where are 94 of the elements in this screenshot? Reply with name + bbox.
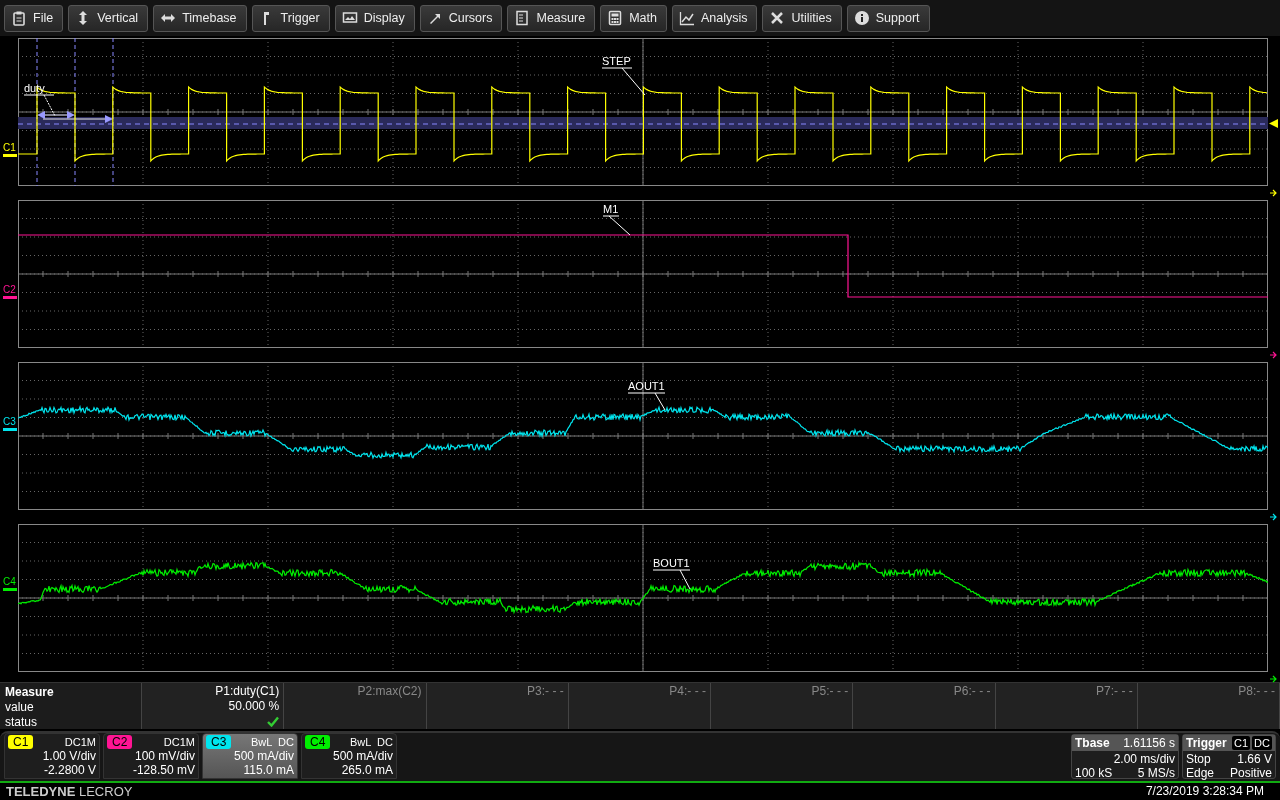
measure-cell[interactable]: P8:- - - xyxy=(1137,683,1280,729)
leader-line xyxy=(652,569,691,590)
channel-label: C4 xyxy=(3,576,16,587)
param-name: P8:- - - xyxy=(1238,684,1275,699)
channel-label: C1 xyxy=(3,142,16,153)
measure-cell[interactable]: P1:duty(C1) 50.000 % xyxy=(142,683,285,729)
time-per-division: 2.00 ms/div xyxy=(1113,752,1175,766)
channel-tag: C4 xyxy=(305,735,331,749)
offset-value: 115.0 mA xyxy=(242,763,294,777)
trigger-title: Trigger xyxy=(1186,736,1227,750)
menu-button[interactable]: Cursors xyxy=(419,4,503,32)
row-label: value xyxy=(5,700,35,715)
timebase-panel[interactable]: Tbase 1.61156 s 2.00 ms/div 100 kS 5 MS/s xyxy=(1071,734,1179,779)
trigger-value: Positive xyxy=(1229,766,1272,780)
channel-descriptor[interactable]: C2 DC1M 100 mV/div -128.50 mV xyxy=(103,733,199,779)
line-chart-icon xyxy=(678,10,695,26)
delay-value: 1.61156 s xyxy=(1123,736,1175,750)
trace-label: STEP xyxy=(602,55,631,67)
vertical-scale: 500 mA/div xyxy=(232,749,294,763)
menu-button[interactable]: Trigger xyxy=(251,4,330,32)
channel-tag: C1 xyxy=(8,735,34,749)
sample-rate: 5 MS/s xyxy=(1137,766,1175,780)
vertical-scale: 500 mA/div xyxy=(331,749,393,763)
menu-button[interactable]: Math xyxy=(600,4,667,32)
menu-button[interactable]: Vertical xyxy=(68,4,149,32)
leader-line xyxy=(602,215,631,236)
menu-button[interactable]: Display xyxy=(334,4,415,32)
measure-cell[interactable]: P7:- - - xyxy=(995,683,1138,729)
info-icon xyxy=(853,10,870,26)
row-label: status xyxy=(5,715,38,730)
offset-value: 265.0 mA xyxy=(340,763,393,777)
param-name: P5:- - - xyxy=(811,684,849,699)
param-name: P6:- - - xyxy=(953,684,991,699)
channel-tag: C3 xyxy=(206,735,232,749)
clipboard-icon xyxy=(11,10,27,26)
menu-button[interactable]: Analysis xyxy=(671,4,758,32)
trace-label: BOUT1 xyxy=(653,557,690,569)
position-arrow-icon xyxy=(1270,189,1278,197)
measure-cell[interactable]: P3:- - - xyxy=(426,683,569,729)
coupling-label: BwL DC xyxy=(251,735,294,749)
param-name: P1:duty(C1) xyxy=(215,684,280,699)
leader-line xyxy=(627,392,666,411)
monitor-icon xyxy=(341,10,358,26)
position-arrow-icon xyxy=(1270,675,1278,683)
trace-label: M1 xyxy=(603,203,619,215)
leader-line xyxy=(23,94,56,117)
param-name: P3:- - - xyxy=(527,684,564,699)
trigger-label: Stop xyxy=(1186,752,1211,766)
document-icon xyxy=(514,10,531,26)
tools-icon xyxy=(769,10,786,26)
date-time: 7/23/2019 3:28:34 PM xyxy=(1145,784,1264,798)
coupling-label: DC1M xyxy=(163,735,195,749)
trace-label: duty xyxy=(24,82,45,94)
menu-button[interactable]: Utilities xyxy=(762,4,842,32)
brand-logo: TELEDYNE LECROY xyxy=(6,783,133,799)
param-name: P7:- - - xyxy=(1096,684,1133,699)
channel-label: C3 xyxy=(3,416,16,427)
sample-count: 100 kS xyxy=(1075,766,1113,780)
param-value: 50.000 % xyxy=(228,699,280,714)
measure-cell[interactable]: P2:max(C2) xyxy=(284,683,427,729)
measure-cell[interactable]: P4:- - - xyxy=(568,683,711,729)
measure-title: Measure xyxy=(5,685,55,700)
measure-cell[interactable]: P6:- - - xyxy=(853,683,996,729)
leader-line xyxy=(601,67,646,96)
param-name: P4:- - - xyxy=(669,684,706,699)
menu-button[interactable]: Timebase xyxy=(153,4,247,32)
offset-value: -128.50 mV xyxy=(131,763,195,777)
coupling-label: BwL DC xyxy=(350,735,393,749)
measure-cell[interactable]: P5:- - - xyxy=(711,683,854,729)
vertical-scale: 1.00 V/div xyxy=(41,749,96,763)
menu-button[interactable]: File xyxy=(4,4,64,32)
menu-button[interactable]: Measure xyxy=(507,4,596,32)
trigger-tag: C1 xyxy=(1232,736,1251,750)
vertical-scale: 100 mV/div xyxy=(133,749,195,763)
position-arrow-icon xyxy=(1270,351,1278,359)
trigger-tag: DC xyxy=(1252,736,1272,750)
offset-value: -2.2800 V xyxy=(42,763,96,777)
trigger-panel[interactable]: Trigger C1 DC Stop 1.66 V Edge Positive xyxy=(1182,734,1276,779)
timebase-title: Tbase xyxy=(1075,736,1110,750)
trigger-level-icon xyxy=(1269,119,1278,128)
channel-label: C2 xyxy=(3,284,16,295)
channel-descriptor[interactable]: C1 DC1M 1.00 V/div -2.2800 V xyxy=(4,733,100,779)
channel-descriptor[interactable]: C4 BwL DC 500 mA/div 265.0 mA xyxy=(301,733,397,779)
coupling-label: DC1M xyxy=(64,735,96,749)
trigger-label: Edge xyxy=(1186,766,1215,780)
channel-descriptor[interactable]: C3 BwL DC 500 mA/div 115.0 mA xyxy=(202,733,298,779)
position-arrow-icon xyxy=(1270,513,1278,521)
channel-tag: C2 xyxy=(107,735,133,749)
param-name: P2:max(C2) xyxy=(357,684,422,699)
trace-label: AOUT1 xyxy=(628,380,665,392)
trigger-value: 1.66 V xyxy=(1237,752,1272,766)
check-icon xyxy=(267,716,280,727)
menu-button[interactable]: Support xyxy=(846,4,930,32)
calculator-icon xyxy=(607,10,624,26)
